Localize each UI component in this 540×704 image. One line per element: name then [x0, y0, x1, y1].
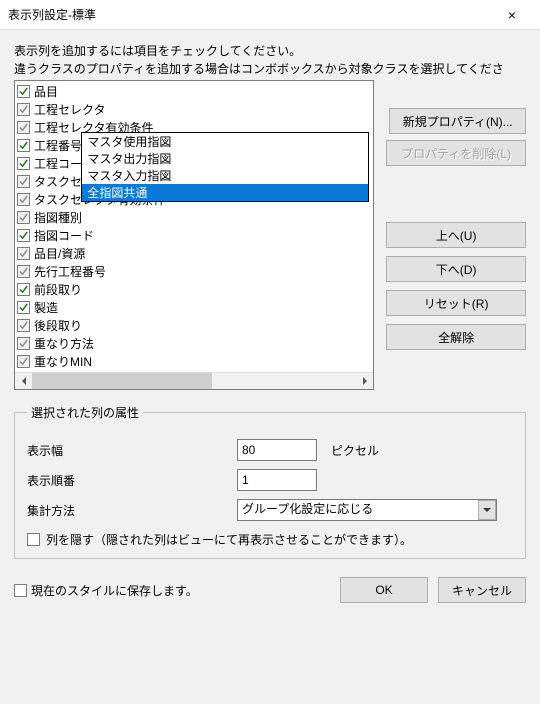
item-label: 工程番号	[34, 137, 82, 154]
item-checkbox[interactable]	[17, 283, 30, 296]
list-item[interactable]: 指図コード	[17, 226, 371, 244]
selected-column-fieldset: 選択された列の属性 表示幅 ピクセル 表示順番 集計方法 グループ化設定に応じる…	[14, 404, 526, 559]
item-checkbox[interactable]	[17, 175, 30, 188]
item-label: 指図種別	[34, 209, 82, 226]
item-label: 重なり方法	[34, 335, 94, 352]
chevron-down-icon[interactable]	[478, 500, 496, 520]
display-order-input[interactable]	[237, 469, 317, 491]
item-label: 重なりMIN	[34, 353, 92, 370]
column-listbox[interactable]: 品目工程セレクタ工程セレクタ有効条件工程番号工程コードタスクセレクタタスクセレク…	[14, 80, 374, 390]
item-label: 品目/資源	[34, 245, 85, 262]
aggregate-value: グループ化設定に応じる	[242, 502, 373, 516]
item-label: 工程セレクタ	[34, 101, 106, 118]
item-checkbox[interactable]	[17, 139, 30, 152]
list-item[interactable]: 後段取り	[17, 316, 371, 334]
item-checkbox[interactable]	[17, 355, 30, 368]
list-item[interactable]: 製造	[17, 298, 371, 316]
ok-button[interactable]: OK	[340, 577, 428, 603]
hide-column-checkbox[interactable]	[27, 533, 40, 546]
item-checkbox[interactable]	[17, 247, 30, 260]
fieldset-legend: 選択された列の属性	[27, 404, 143, 421]
pixel-unit: ピクセル	[331, 442, 379, 459]
scrollbar-thumb[interactable]	[32, 373, 212, 389]
class-option[interactable]: マスタ入力指図	[82, 167, 368, 184]
hide-column-label: 列を隠す（隠された列はビューにて再表示させることができます）。	[46, 531, 412, 548]
item-checkbox[interactable]	[17, 319, 30, 332]
item-checkbox[interactable]	[17, 337, 30, 350]
class-option[interactable]: 全指図共通	[82, 184, 368, 201]
move-up-button[interactable]: 上へ(U)	[386, 222, 526, 248]
item-label: 後段取り	[34, 317, 82, 334]
horizontal-scrollbar[interactable]	[15, 372, 373, 389]
clear-all-button[interactable]: 全解除	[386, 324, 526, 350]
item-checkbox[interactable]	[17, 211, 30, 224]
item-checkbox[interactable]	[17, 103, 30, 116]
class-dropdown[interactable]: マスタ使用指図マスタ出力指図マスタ入力指図全指図共通	[81, 132, 369, 202]
class-option[interactable]: マスタ出力指図	[82, 150, 368, 167]
scroll-left-icon[interactable]	[15, 373, 32, 390]
cancel-button[interactable]: キャンセル	[438, 577, 526, 603]
item-label: 先行工程番号	[34, 263, 106, 280]
list-item[interactable]: 工程セレクタ	[17, 100, 371, 118]
item-label: 製造	[34, 299, 58, 316]
instruction-line-1: 表示列を追加するには項目をチェックしてください。	[14, 42, 526, 60]
close-icon[interactable]: ×	[492, 7, 532, 23]
item-checkbox[interactable]	[17, 193, 30, 206]
display-order-label: 表示順番	[27, 472, 107, 489]
item-checkbox[interactable]	[17, 85, 30, 98]
list-item[interactable]: 品目/資源	[17, 244, 371, 262]
new-property-button[interactable]: 新規プロパティ(N)...	[389, 108, 526, 134]
window-title: 表示列設定-標準	[8, 6, 492, 23]
scroll-right-icon[interactable]	[356, 373, 373, 390]
move-down-button[interactable]: 下へ(D)	[386, 256, 526, 282]
list-item[interactable]: 先行工程番号	[17, 262, 371, 280]
item-checkbox[interactable]	[17, 121, 30, 134]
class-option[interactable]: マスタ使用指図	[82, 133, 368, 150]
aggregate-select[interactable]: グループ化設定に応じる	[237, 499, 497, 521]
item-checkbox[interactable]	[17, 265, 30, 278]
delete-property-button[interactable]: プロパティを削除(L)	[386, 140, 526, 166]
item-label: 前段取り	[34, 281, 82, 298]
display-width-label: 表示幅	[27, 442, 107, 459]
item-checkbox[interactable]	[17, 229, 30, 242]
item-label: 品目	[34, 83, 58, 100]
save-style-label: 現在のスタイルに保存します。	[31, 582, 198, 599]
save-style-checkbox[interactable]	[14, 584, 27, 597]
list-item[interactable]: 品目	[17, 82, 371, 100]
list-item[interactable]: 指図種別	[17, 208, 371, 226]
titlebar: 表示列設定-標準 ×	[0, 0, 540, 30]
list-item[interactable]: 重なりMIN	[17, 352, 371, 370]
item-label: 指図コード	[34, 227, 94, 244]
list-item[interactable]: 前段取り	[17, 280, 371, 298]
display-width-input[interactable]	[237, 439, 317, 461]
reset-button[interactable]: リセット(R)	[386, 290, 526, 316]
item-checkbox[interactable]	[17, 157, 30, 170]
aggregate-label: 集計方法	[27, 502, 107, 519]
item-checkbox[interactable]	[17, 301, 30, 314]
list-item[interactable]: 重なり方法	[17, 334, 371, 352]
